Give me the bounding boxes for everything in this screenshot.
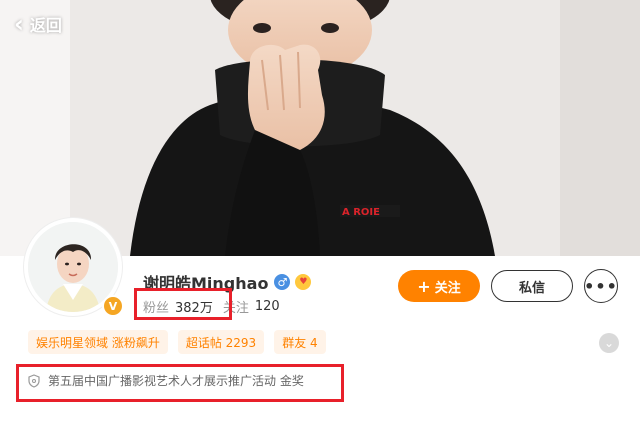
emoji-face-icon: ♥ xyxy=(295,274,312,290)
highlight-box-award xyxy=(16,364,344,402)
tag-list: 娱乐明星领域 涨粉飙升 超话帖 2293 群友 4 xyxy=(28,330,336,354)
more-dots-icon[interactable]: ••• xyxy=(584,269,618,303)
chevron-left-icon: ‹ xyxy=(14,10,24,38)
male-icon: ♂ xyxy=(274,274,291,290)
back-button[interactable]: ‹ 返回 xyxy=(14,10,62,38)
back-label: 返回 xyxy=(29,16,62,35)
follow-label: 关注 xyxy=(434,280,461,296)
chevron-down-icon[interactable]: ⌄ xyxy=(599,333,619,353)
tag-group-friends[interactable]: 群友 4 xyxy=(274,330,326,354)
tag-entertainment[interactable]: 娱乐明星领域 涨粉飙升 xyxy=(28,330,168,354)
message-label: 私信 xyxy=(518,280,545,296)
plus-icon: + xyxy=(417,276,431,296)
cover-photo-image: A ROIE xyxy=(0,0,640,256)
verified-v-icon: V xyxy=(102,295,124,317)
following-count[interactable]: 120 xyxy=(255,299,280,314)
message-button[interactable]: 私信 xyxy=(491,270,573,302)
tag-supertopic[interactable]: 超话帖 2293 xyxy=(177,330,265,354)
highlight-box-fans xyxy=(134,288,232,320)
svg-text:A ROIE: A ROIE xyxy=(342,207,380,218)
follow-button[interactable]: + 关注 xyxy=(398,270,480,302)
cover-photo: A ROIE ‹ 返回 xyxy=(0,0,640,256)
